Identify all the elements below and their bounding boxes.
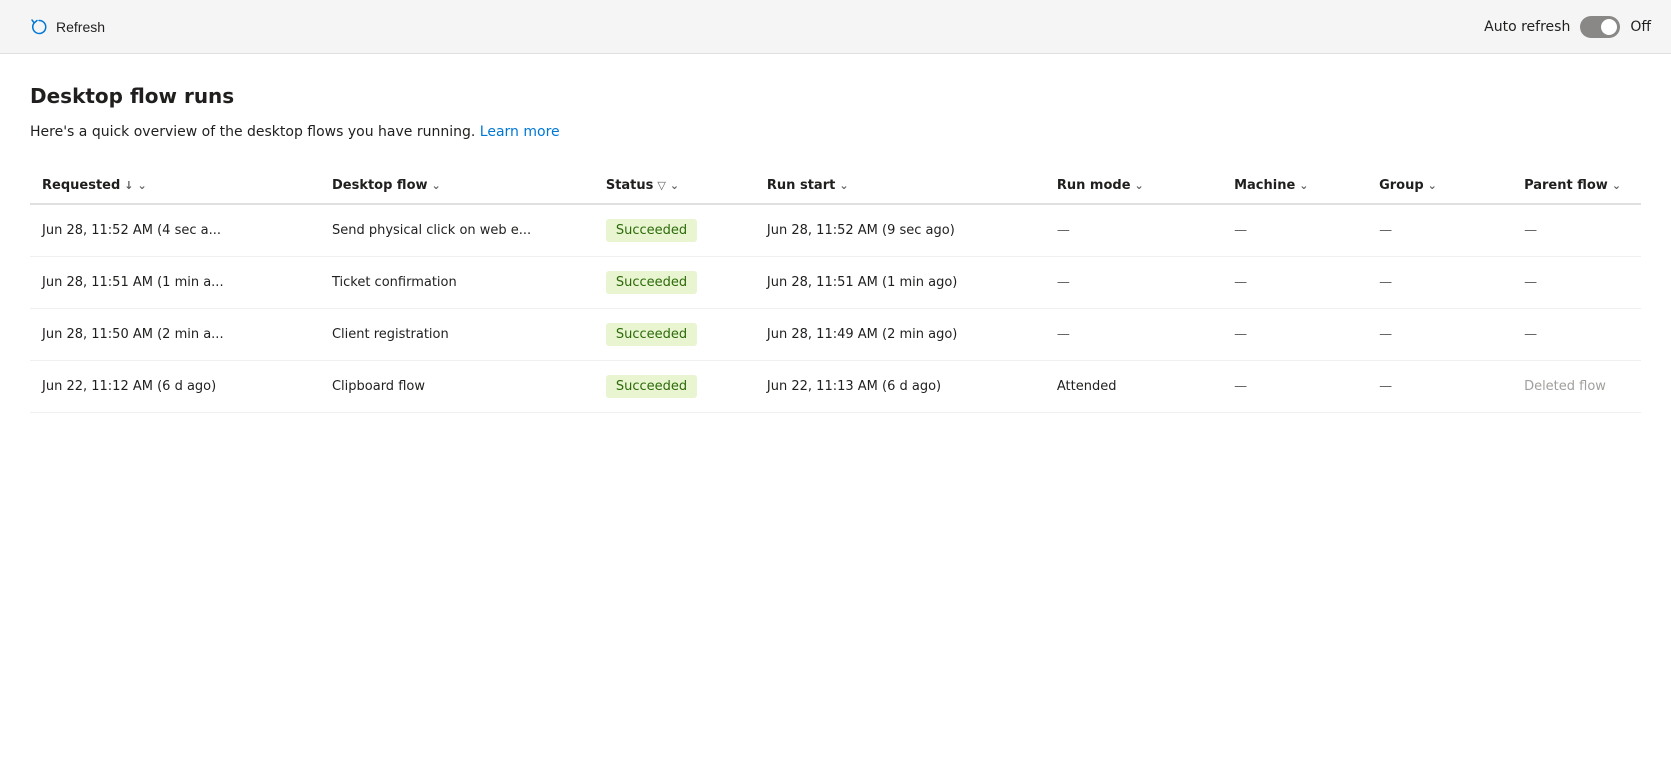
cell-run-mode: —	[1045, 309, 1222, 361]
table-row[interactable]: Jun 28, 11:51 AM (1 min a...Ticket confi…	[30, 257, 1641, 309]
top-bar: Refresh Auto refresh Off	[0, 0, 1671, 54]
main-content: Desktop flow runs Here's a quick overvie…	[0, 54, 1671, 763]
col-header-run-start[interactable]: Run start ⌄	[755, 168, 1045, 204]
status-badge: Succeeded	[606, 323, 697, 346]
cell-run-start: Jun 28, 11:49 AM (2 min ago)	[755, 309, 1045, 361]
cell-run-start: Jun 28, 11:51 AM (1 min ago)	[755, 257, 1045, 309]
chevron-down-icon: ⌄	[1299, 179, 1308, 192]
cell-run-mode: —	[1045, 257, 1222, 309]
col-header-group[interactable]: Group ⌄	[1367, 168, 1512, 204]
auto-refresh-area: Auto refresh Off	[1484, 16, 1651, 38]
cell-requested: Jun 28, 11:50 AM (2 min a...	[30, 309, 320, 361]
cell-parent-flow: —	[1512, 309, 1641, 361]
toggle-state-label: Off	[1630, 19, 1651, 35]
cell-parent-flow: Deleted flow	[1512, 361, 1641, 413]
table-row[interactable]: Jun 28, 11:50 AM (2 min a...Client regis…	[30, 309, 1641, 361]
cell-group: —	[1367, 257, 1512, 309]
auto-refresh-label: Auto refresh	[1484, 19, 1570, 35]
col-header-desktop-flow[interactable]: Desktop flow ⌄	[320, 168, 594, 204]
refresh-button[interactable]: Refresh	[20, 12, 115, 42]
chevron-down-icon: ⌄	[1428, 179, 1437, 192]
chevron-down-icon: ⌄	[1612, 179, 1621, 192]
cell-desktop-flow: Clipboard flow	[320, 361, 594, 413]
cell-group: —	[1367, 309, 1512, 361]
table-body: Jun 28, 11:52 AM (4 sec a...Send physica…	[30, 204, 1641, 413]
header-row: Requested ↓ ⌄ Desktop flow ⌄ Status ▽	[30, 168, 1641, 204]
chevron-down-icon: ⌄	[670, 179, 679, 192]
cell-machine: —	[1222, 361, 1367, 413]
auto-refresh-toggle[interactable]	[1580, 16, 1620, 38]
status-badge: Succeeded	[606, 219, 697, 242]
cell-group: —	[1367, 361, 1512, 413]
cell-status: Succeeded	[594, 257, 755, 309]
chevron-down-icon: ⌄	[138, 179, 147, 192]
sort-icon: ↓	[124, 179, 133, 192]
cell-requested: Jun 22, 11:12 AM (6 d ago)	[30, 361, 320, 413]
col-header-status[interactable]: Status ▽ ⌄	[594, 168, 755, 204]
cell-status: Succeeded	[594, 309, 755, 361]
table-row[interactable]: Jun 28, 11:52 AM (4 sec a...Send physica…	[30, 204, 1641, 257]
chevron-down-icon: ⌄	[432, 179, 441, 192]
col-header-requested[interactable]: Requested ↓ ⌄	[30, 168, 320, 204]
refresh-icon	[30, 18, 48, 36]
cell-requested: Jun 28, 11:51 AM (1 min a...	[30, 257, 320, 309]
page-title: Desktop flow runs	[30, 84, 1641, 108]
cell-group: —	[1367, 204, 1512, 257]
learn-more-link[interactable]: Learn more	[480, 124, 560, 140]
col-header-machine[interactable]: Machine ⌄	[1222, 168, 1367, 204]
cell-parent-flow: —	[1512, 204, 1641, 257]
chevron-down-icon: ⌄	[839, 179, 848, 192]
filter-icon: ▽	[657, 179, 665, 192]
description-text: Here's a quick overview of the desktop f…	[30, 124, 475, 140]
cell-run-mode: —	[1045, 204, 1222, 257]
toggle-knob	[1601, 19, 1617, 35]
table-header: Requested ↓ ⌄ Desktop flow ⌄ Status ▽	[30, 168, 1641, 204]
cell-requested: Jun 28, 11:52 AM (4 sec a...	[30, 204, 320, 257]
col-header-run-mode[interactable]: Run mode ⌄	[1045, 168, 1222, 204]
cell-status: Succeeded	[594, 204, 755, 257]
cell-machine: —	[1222, 257, 1367, 309]
description: Here's a quick overview of the desktop f…	[30, 124, 1641, 140]
flow-runs-table: Requested ↓ ⌄ Desktop flow ⌄ Status ▽	[30, 168, 1641, 413]
cell-parent-flow: —	[1512, 257, 1641, 309]
status-badge: Succeeded	[606, 271, 697, 294]
cell-run-start: Jun 22, 11:13 AM (6 d ago)	[755, 361, 1045, 413]
status-badge: Succeeded	[606, 375, 697, 398]
table-row[interactable]: Jun 22, 11:12 AM (6 d ago)Clipboard flow…	[30, 361, 1641, 413]
cell-run-mode: Attended	[1045, 361, 1222, 413]
chevron-down-icon: ⌄	[1135, 179, 1144, 192]
cell-machine: —	[1222, 309, 1367, 361]
cell-status: Succeeded	[594, 361, 755, 413]
refresh-label: Refresh	[56, 19, 105, 35]
cell-desktop-flow: Ticket confirmation	[320, 257, 594, 309]
cell-desktop-flow: Client registration	[320, 309, 594, 361]
cell-desktop-flow: Send physical click on web e...	[320, 204, 594, 257]
cell-machine: —	[1222, 204, 1367, 257]
col-header-parent-flow[interactable]: Parent flow ⌄	[1512, 168, 1641, 204]
cell-run-start: Jun 28, 11:52 AM (9 sec ago)	[755, 204, 1045, 257]
